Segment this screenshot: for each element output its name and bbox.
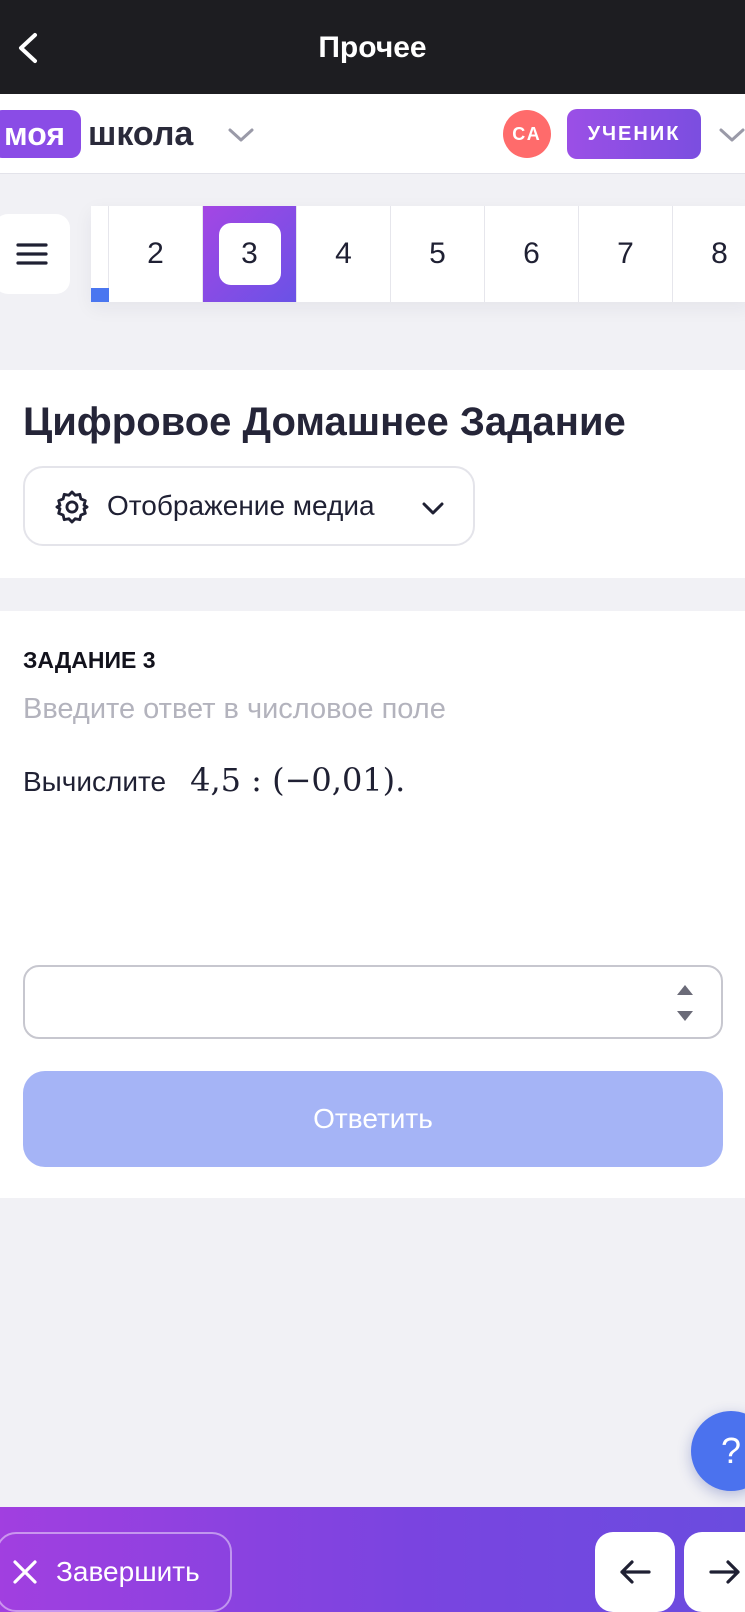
task-number: 7 bbox=[617, 237, 634, 270]
arrow-right-icon bbox=[709, 1560, 740, 1584]
task-cell[interactable]: 4 bbox=[297, 206, 391, 302]
role-badge[interactable]: УЧЕНИК bbox=[567, 109, 701, 159]
homework-header-card: Цифровое Домашнее Задание Отображение ме… bbox=[0, 370, 745, 578]
chevron-down-icon[interactable] bbox=[718, 118, 745, 152]
submit-answer-button[interactable]: Ответить bbox=[23, 1071, 723, 1167]
page-title: Прочее bbox=[318, 31, 427, 64]
media-display-label: Отображение медиа bbox=[107, 490, 375, 521]
chevron-down-icon[interactable] bbox=[224, 118, 258, 152]
finish-button[interactable]: Завершить bbox=[0, 1532, 232, 1612]
task-number: 8 bbox=[711, 237, 728, 270]
brand-bar: моя школа СА УЧЕНИК bbox=[0, 94, 745, 174]
gear-icon bbox=[55, 490, 89, 524]
bottom-action-bar: Завершить bbox=[0, 1507, 745, 1612]
number-stepper-icon[interactable] bbox=[673, 981, 697, 1025]
task-cell[interactable]: 2 bbox=[109, 206, 203, 302]
task-hint: Введите ответ в числовое поле bbox=[23, 693, 446, 725]
task-cell[interactable]: 8 bbox=[673, 206, 745, 302]
task-card: ЗАДАНИЕ 3 Введите ответ в числовое поле … bbox=[0, 611, 745, 1198]
task-cell-previous[interactable] bbox=[91, 206, 109, 302]
task-cell[interactable]: 7 bbox=[579, 206, 673, 302]
next-task-button[interactable] bbox=[684, 1532, 745, 1612]
task-number: 3 bbox=[241, 237, 258, 270]
arrow-left-icon bbox=[620, 1560, 651, 1584]
logo-badge: моя bbox=[0, 110, 82, 158]
chevron-down-icon bbox=[422, 502, 444, 515]
task-number: 5 bbox=[429, 237, 446, 270]
homework-title: Цифровое Домашнее Задание bbox=[23, 400, 626, 444]
progress-marker bbox=[91, 288, 109, 302]
help-button[interactable]: ? bbox=[691, 1411, 745, 1491]
task-question: Вычислите 4,5 : (−0,01). bbox=[23, 761, 405, 799]
task-cell[interactable]: 6 bbox=[485, 206, 579, 302]
active-task-indicator: 3 bbox=[218, 223, 281, 285]
task-label: ЗАДАНИЕ 3 bbox=[23, 647, 156, 673]
answer-input[interactable] bbox=[41, 979, 641, 1025]
task-number: 4 bbox=[335, 237, 352, 270]
task-number: 2 bbox=[147, 237, 164, 270]
task-cell-active[interactable]: 3 bbox=[203, 206, 297, 302]
close-icon bbox=[13, 1560, 37, 1584]
answer-field[interactable] bbox=[23, 965, 723, 1039]
media-display-dropdown[interactable]: Отображение медиа bbox=[23, 466, 475, 546]
hamburger-menu-icon[interactable] bbox=[0, 214, 70, 294]
back-arrow-icon[interactable] bbox=[8, 28, 48, 68]
task-number-strip: 2 3 4 5 6 7 8 bbox=[91, 206, 745, 302]
task-cell[interactable]: 5 bbox=[391, 206, 485, 302]
logo-text: школа bbox=[88, 115, 194, 153]
top-app-bar: Прочее bbox=[0, 0, 745, 94]
finish-label: Завершить bbox=[56, 1556, 200, 1587]
task-cells: 2 3 4 5 6 7 8 bbox=[109, 206, 745, 302]
task-number: 6 bbox=[523, 237, 540, 270]
question-text: Вычислите bbox=[23, 766, 167, 797]
math-expression: 4,5 : (−0,01). bbox=[190, 761, 406, 799]
previous-task-button[interactable] bbox=[595, 1532, 675, 1612]
avatar[interactable]: СА bbox=[503, 110, 551, 158]
